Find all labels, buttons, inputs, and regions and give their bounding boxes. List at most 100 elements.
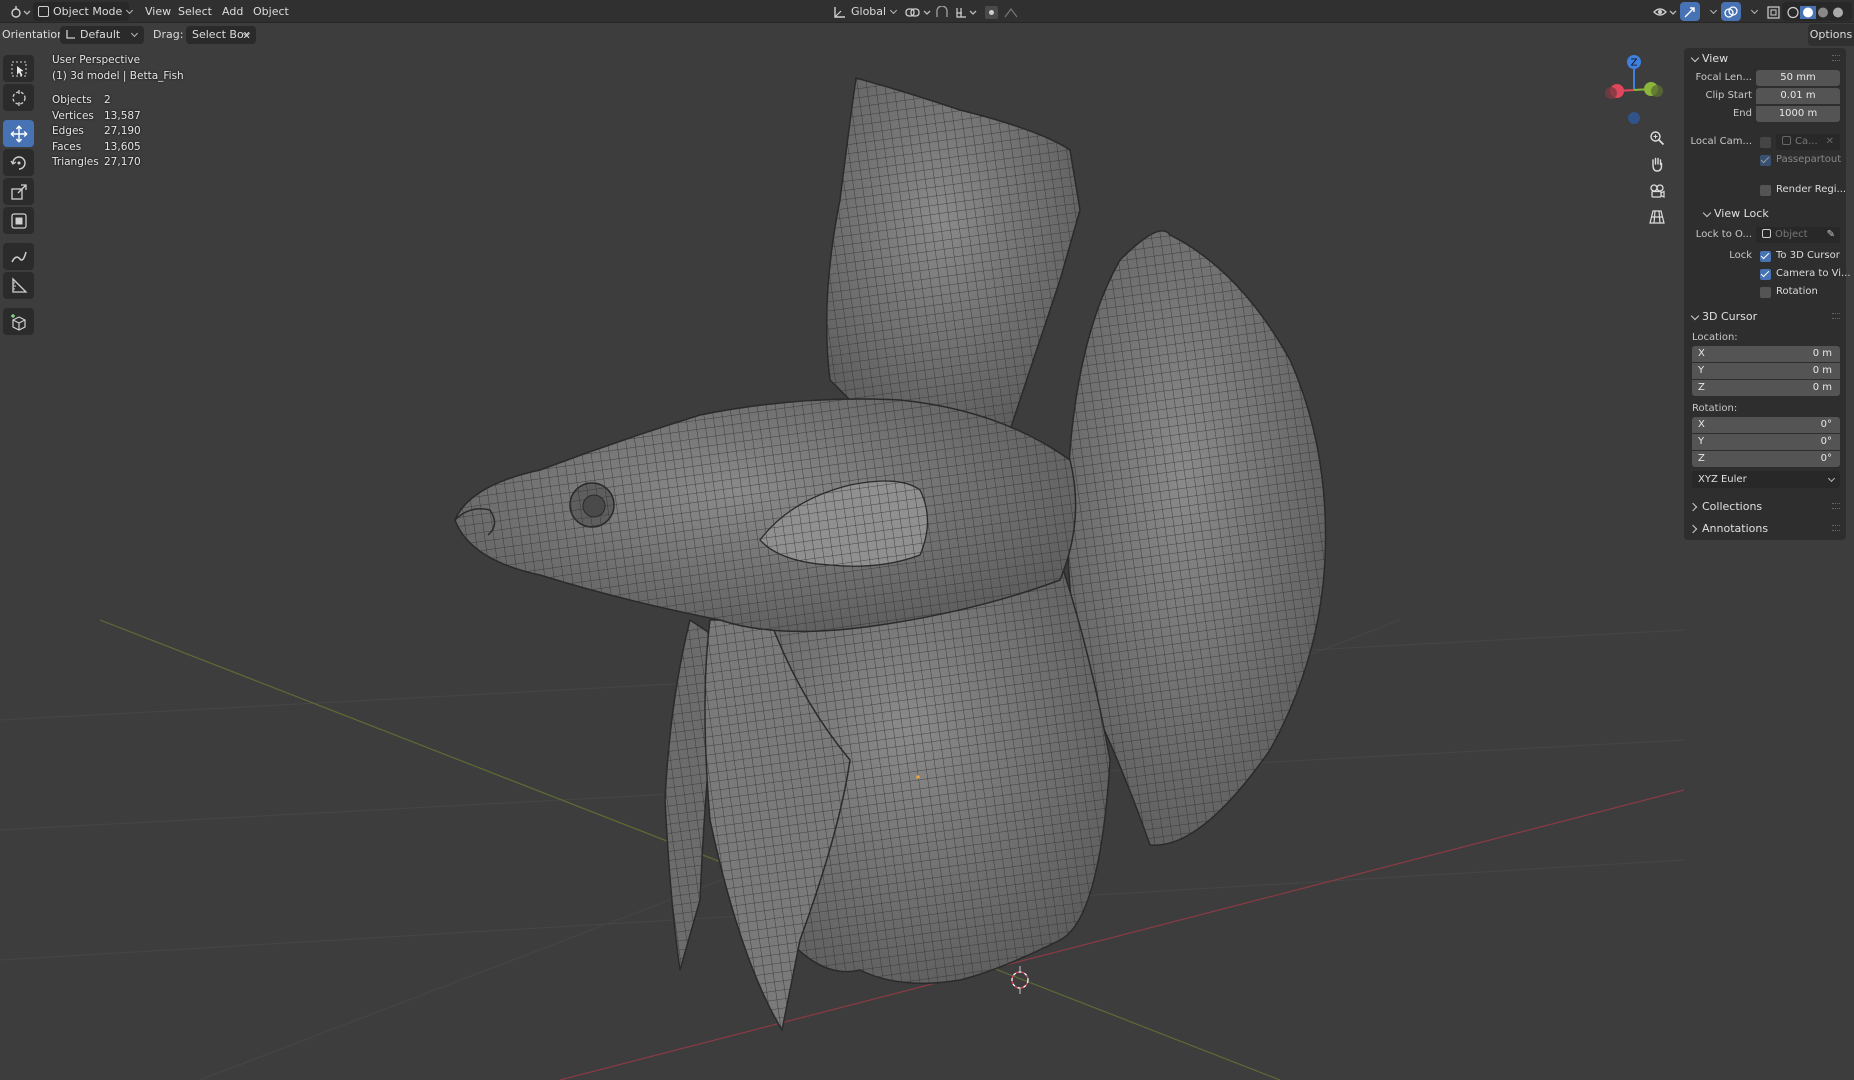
- axis-value: 0°: [1820, 419, 1832, 430]
- cursor-location-y[interactable]: Y 0 m: [1692, 363, 1840, 379]
- chevron-down-icon: [1702, 208, 1712, 218]
- orientation-gizmo-icon: [66, 27, 76, 39]
- object-origin: [916, 775, 920, 779]
- clip-start-row: Clip Start 0.01 m: [1684, 88, 1846, 105]
- stat-label: Faces: [52, 140, 82, 153]
- lock-to-object-placeholder: Object: [1775, 229, 1808, 240]
- gizmo-dropdown[interactable]: [1701, 2, 1718, 21]
- axis-label: Y: [1698, 365, 1705, 376]
- transform-tool[interactable]: [3, 207, 34, 234]
- menu-view[interactable]: View: [140, 2, 176, 21]
- pan-button[interactable]: [1644, 152, 1670, 176]
- chevron-right-icon: [1688, 524, 1698, 534]
- zoom-button[interactable]: [1644, 126, 1670, 150]
- 3d-cursor-panel-header[interactable]: 3D Cursor: [1684, 306, 1846, 328]
- stat-value: 13,587: [104, 109, 141, 122]
- shading-mode-group[interactable]: [1782, 2, 1852, 21]
- drag-grip-icon[interactable]: [1832, 55, 1840, 61]
- camera-to-view-checkbox[interactable]: [1760, 269, 1771, 280]
- select-box-tool[interactable]: [3, 55, 34, 82]
- gizmo-neg-y-axis[interactable]: [1651, 85, 1663, 97]
- gizmo-neg-z-axis[interactable]: [1628, 112, 1640, 124]
- drag-dropdown[interactable]: Select Box: [186, 26, 256, 44]
- eyedropper-icon[interactable]: ✎: [1827, 227, 1835, 243]
- add-cube-icon: [10, 313, 26, 331]
- gizmo-toggle[interactable]: [1680, 2, 1700, 21]
- stat-row: Edges 27,190: [52, 124, 184, 140]
- editor-type-icon: [11, 5, 31, 18]
- local-camera-checkbox[interactable]: [1760, 137, 1771, 148]
- stat-row: Faces 13,605: [52, 140, 184, 156]
- chevron-down-icon: [1827, 474, 1836, 483]
- chevron-right-icon: [1688, 502, 1698, 512]
- transform-orientation-dropdown[interactable]: Global: [828, 2, 901, 21]
- add-cube-tool[interactable]: [3, 308, 34, 335]
- annotations-panel-header[interactable]: Annotations: [1684, 518, 1846, 540]
- stat-label: Objects: [52, 94, 92, 106]
- measure-ruler-icon: [11, 276, 28, 293]
- object-icon: [1762, 228, 1771, 238]
- lock-to-3d-cursor-checkbox[interactable]: [1760, 251, 1771, 262]
- lock-rotation-checkbox[interactable]: [1760, 287, 1771, 298]
- clear-x-icon[interactable]: ✕: [1826, 134, 1834, 150]
- gizmo-neg-x-axis[interactable]: [1605, 87, 1617, 99]
- stat-value: 27,170: [104, 156, 141, 168]
- annotate-tool[interactable]: [3, 243, 34, 270]
- cursor-rotation-x[interactable]: X 0°: [1692, 417, 1840, 433]
- menu-object[interactable]: Object: [248, 2, 294, 21]
- editor-type-button[interactable]: [4, 2, 36, 21]
- proportional-editing-toggle[interactable]: [980, 2, 1040, 21]
- visibility-dropdown[interactable]: [1648, 2, 1684, 21]
- drag-grip-icon[interactable]: [1832, 313, 1840, 319]
- collections-panel-header[interactable]: Collections: [1684, 496, 1846, 518]
- cursor-rotation-y[interactable]: Y 0°: [1692, 434, 1840, 450]
- stat-label: Edges: [52, 125, 84, 137]
- cursor-location-z[interactable]: Z 0 m: [1692, 380, 1840, 396]
- rotation-mode-value: XYZ Euler: [1698, 474, 1747, 485]
- orientation-label: Orientation:: [2, 28, 68, 41]
- view-lock-header[interactable]: View Lock: [1684, 204, 1846, 224]
- clip-end-label: End: [1732, 108, 1752, 119]
- view-panel-header[interactable]: View: [1684, 48, 1846, 70]
- cursor-tool[interactable]: [3, 84, 34, 111]
- lock-to-cursor-row: Lock To 3D Cursor: [1684, 248, 1846, 265]
- focal-length-field[interactable]: 50 mm: [1756, 70, 1840, 86]
- 3d-viewport[interactable]: [0, 46, 1684, 1080]
- options-button[interactable]: Options: [1808, 24, 1854, 46]
- render-region-checkbox[interactable]: [1760, 185, 1771, 196]
- chevron-down-icon: [1690, 311, 1700, 321]
- mode-dropdown[interactable]: Object Mode: [33, 2, 134, 21]
- perspective-toggle-button[interactable]: [1644, 205, 1670, 229]
- proportional-editing-icon: [985, 5, 1018, 19]
- navigation-gizmo[interactable]: Z: [1594, 50, 1674, 130]
- cursor-rotation-z[interactable]: Z 0°: [1692, 451, 1840, 467]
- drag-grip-icon[interactable]: [1832, 525, 1840, 531]
- active-object-name: (1) 3d model | Betta_Fish: [52, 69, 184, 82]
- axis-label: X: [1698, 348, 1705, 359]
- scale-tool[interactable]: [3, 178, 34, 205]
- camera-icon: [1650, 184, 1665, 198]
- lock-to-object-field[interactable]: Object ✎: [1756, 227, 1840, 243]
- orientation-dropdown[interactable]: Default: [60, 26, 144, 44]
- menu-select[interactable]: Select: [173, 2, 217, 21]
- camera-view-button[interactable]: [1644, 179, 1670, 203]
- clip-end-field[interactable]: 1000 m: [1756, 106, 1840, 122]
- local-camera-field[interactable]: Ca... ✕: [1776, 134, 1840, 150]
- overlays-dropdown[interactable]: [1742, 2, 1759, 21]
- chevron-down-icon: [1690, 53, 1700, 63]
- sidebar-content: View Focal Len... 50 mm Clip Start 0.01 …: [1684, 48, 1851, 540]
- drag-grip-icon[interactable]: [1832, 503, 1840, 509]
- rotate-tool[interactable]: [3, 149, 34, 176]
- eye-icon: [1653, 7, 1677, 16]
- 3d-cursor-panel-title: 3D Cursor: [1702, 310, 1758, 323]
- measure-tool[interactable]: [3, 272, 34, 299]
- move-tool[interactable]: [3, 120, 34, 147]
- clip-start-field[interactable]: 0.01 m: [1756, 88, 1840, 104]
- menu-add[interactable]: Add: [217, 2, 248, 21]
- cursor-location-x[interactable]: X 0 m: [1692, 346, 1840, 362]
- location-label: Location:: [1692, 332, 1738, 343]
- passepartout-checkbox[interactable]: [1760, 155, 1771, 166]
- overlays-toggle[interactable]: [1721, 2, 1741, 21]
- tool-shelf: [3, 55, 37, 337]
- rotation-mode-dropdown[interactable]: XYZ Euler: [1692, 471, 1840, 488]
